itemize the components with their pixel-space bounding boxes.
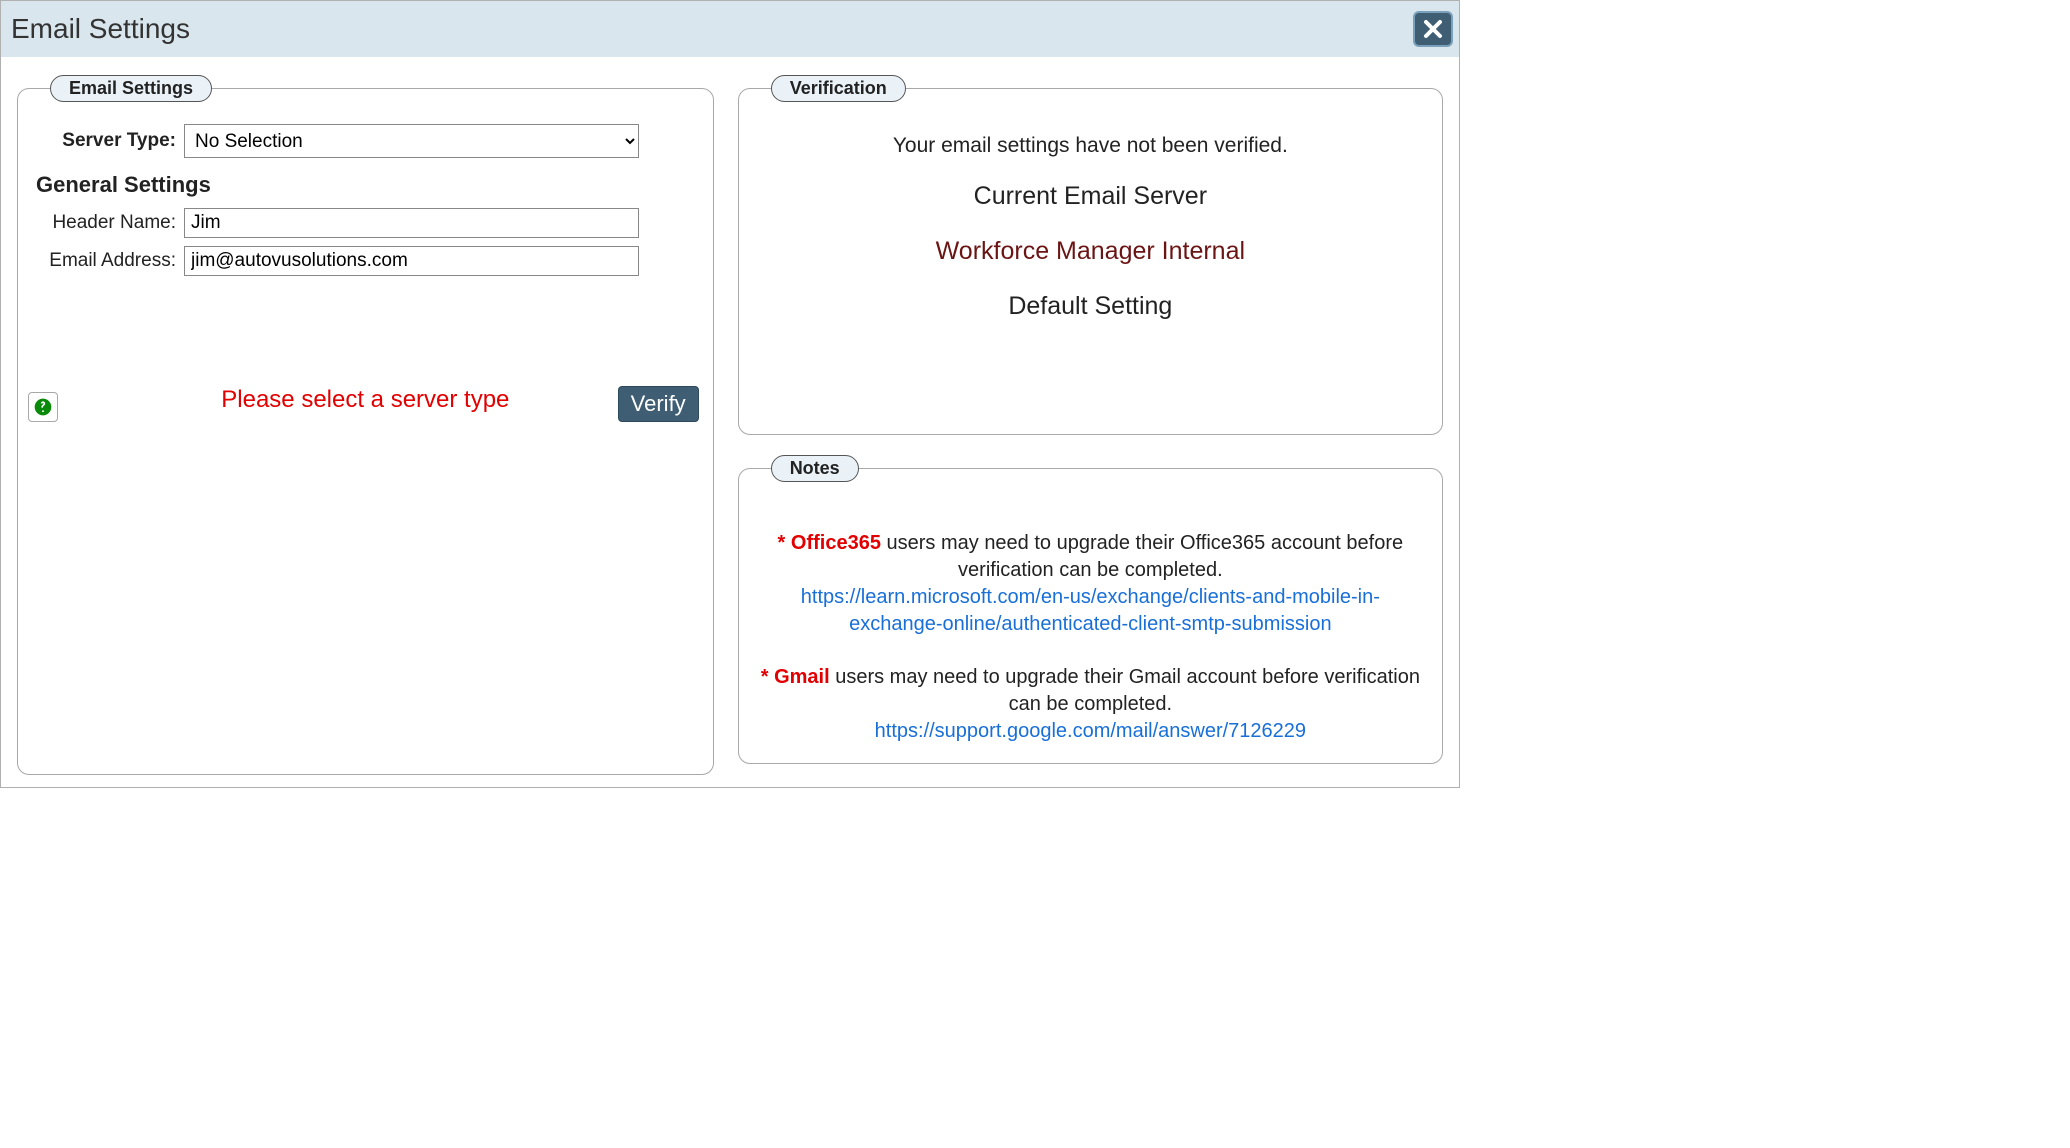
close-button[interactable]	[1413, 11, 1453, 47]
server-type-label: Server Type:	[36, 130, 184, 152]
note-office365: * Office365 users may need to upgrade th…	[757, 530, 1424, 638]
right-column: Verification Your email settings have no…	[736, 75, 1445, 775]
help-icon	[33, 397, 53, 417]
help-button[interactable]	[28, 392, 58, 422]
header-name-label: Header Name:	[36, 212, 184, 234]
server-type-warning: Please select a server type	[36, 386, 695, 414]
current-server-label: Current Email Server	[757, 182, 1424, 211]
note-gmail-provider: Gmail	[774, 666, 830, 688]
left-column: Email Settings Server Type: No Selection…	[15, 75, 716, 775]
window-title: Email Settings	[11, 13, 190, 45]
note-gmail-star: *	[761, 666, 774, 688]
titlebar: Email Settings	[1, 1, 1459, 57]
verification-panel: Verification Your email settings have no…	[738, 75, 1443, 435]
server-type-row: Server Type: No Selection	[36, 124, 695, 158]
server-type-select[interactable]: No Selection	[184, 124, 639, 158]
verification-legend: Verification	[771, 75, 906, 102]
note-office365-link[interactable]: https://learn.microsoft.com/en-us/exchan…	[757, 584, 1424, 638]
email-address-label: Email Address:	[36, 250, 184, 272]
email-settings-window: Email Settings Email Settings Server Typ…	[0, 0, 1460, 788]
note-gmail-link[interactable]: https://support.google.com/mail/answer/7…	[875, 718, 1306, 745]
email-settings-panel: Email Settings Server Type: No Selection…	[17, 75, 714, 775]
current-server-name: Workforce Manager Internal	[757, 237, 1424, 266]
verification-content: Your email settings have not been verifi…	[757, 134, 1424, 321]
email-address-row: Email Address:	[36, 246, 695, 276]
email-address-input[interactable]	[184, 246, 639, 276]
note-office365-text: users may need to upgrade their Office36…	[881, 532, 1403, 581]
header-name-row: Header Name:	[36, 208, 695, 238]
content-area: Email Settings Server Type: No Selection…	[1, 57, 1459, 787]
note-office365-provider: Office365	[791, 532, 881, 554]
email-settings-legend: Email Settings	[50, 75, 212, 102]
general-settings-heading: General Settings	[36, 172, 695, 198]
notes-panel: Notes * Office365 users may need to upgr…	[738, 455, 1443, 764]
header-name-input[interactable]	[184, 208, 639, 238]
verification-message: Your email settings have not been verifi…	[757, 134, 1424, 158]
note-gmail: * Gmail users may need to upgrade their …	[757, 664, 1424, 745]
note-office365-star: *	[778, 532, 791, 554]
close-icon	[1423, 19, 1443, 39]
default-setting-label: Default Setting	[757, 292, 1424, 321]
verify-button[interactable]: Verify	[618, 386, 699, 422]
notes-legend: Notes	[771, 455, 859, 482]
note-gmail-text: users may need to upgrade their Gmail ac…	[830, 666, 1420, 715]
